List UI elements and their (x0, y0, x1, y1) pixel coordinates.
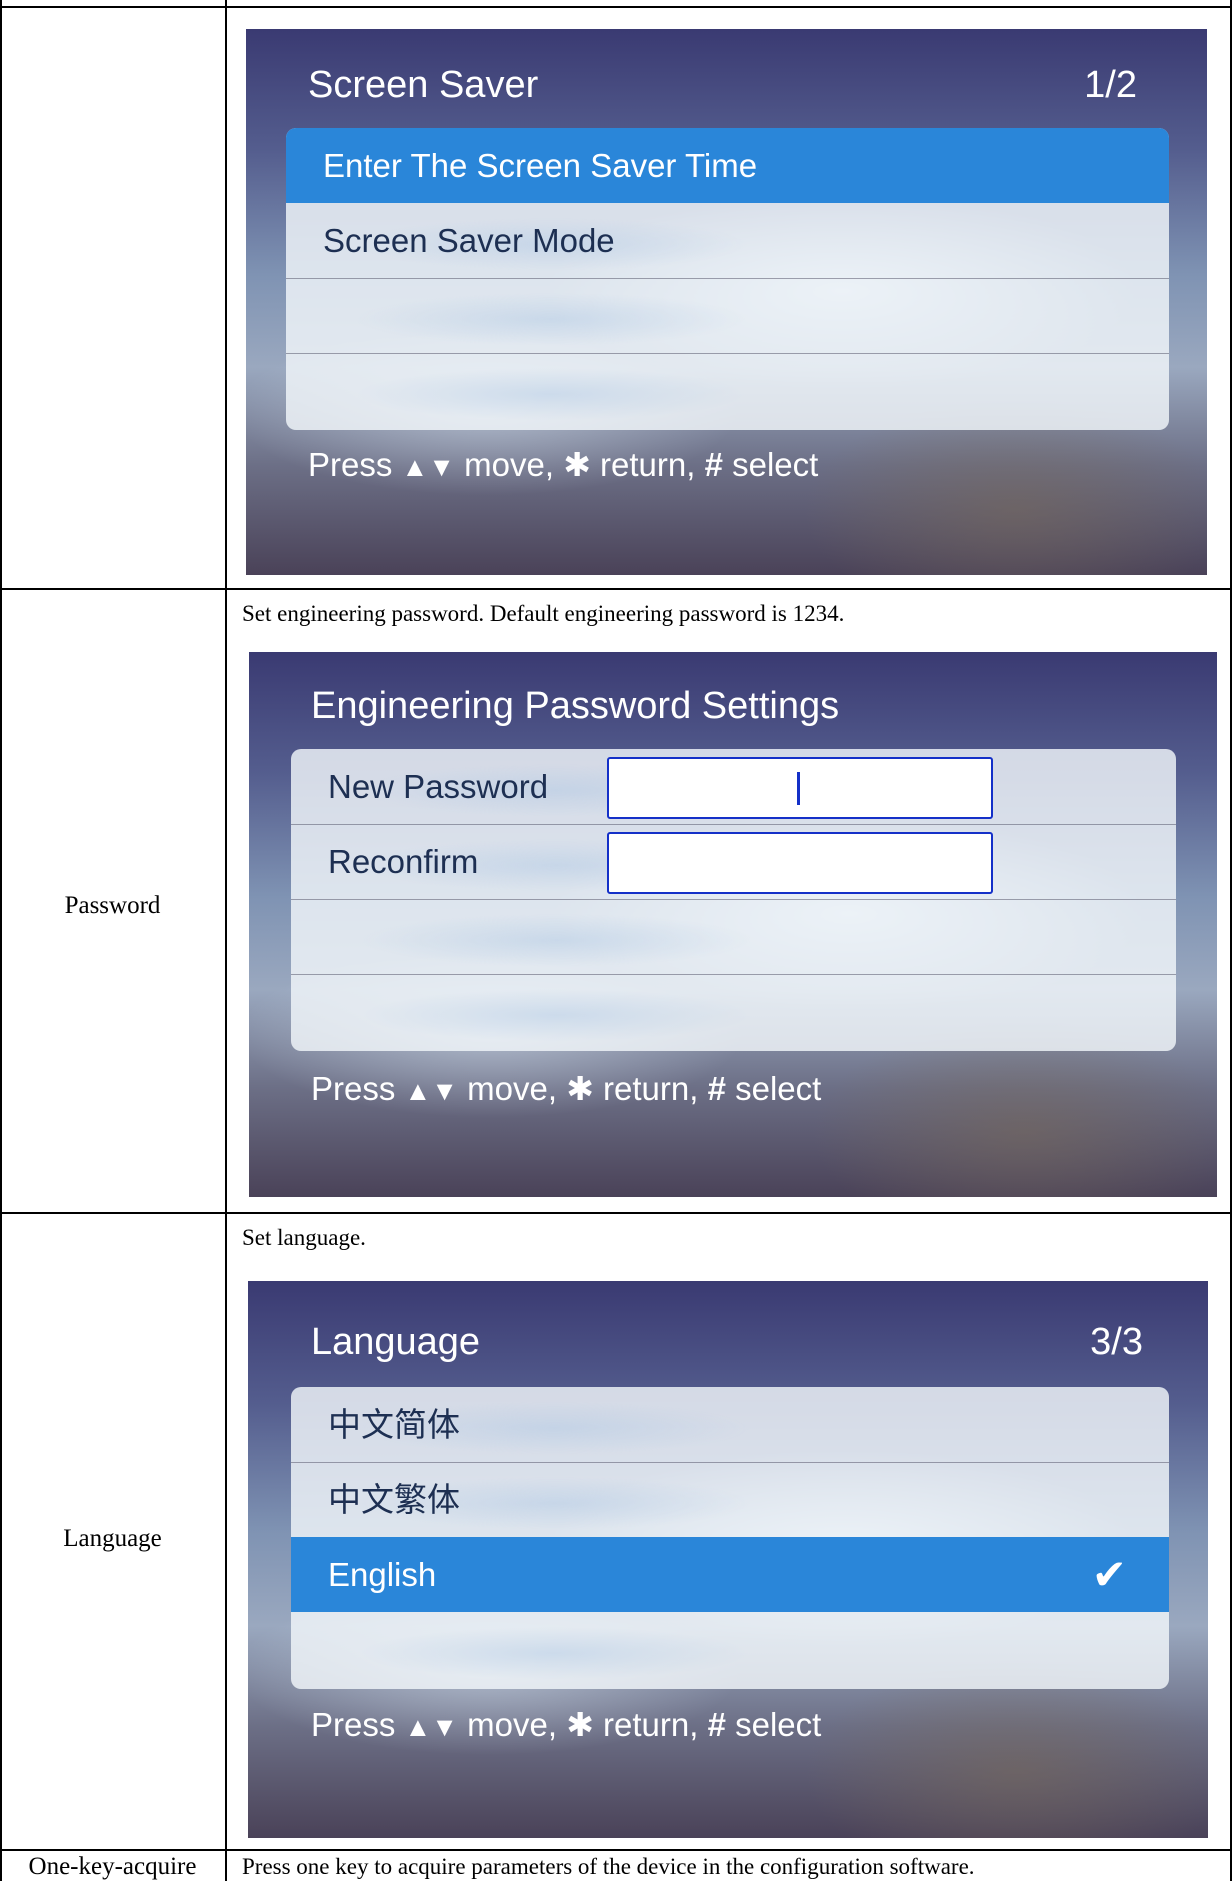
field-label: Reconfirm (328, 843, 479, 880)
row-description: Set engineering password. Default engine… (242, 601, 845, 626)
table-row-screen-saver: Screen Saver 1/2 Enter The Screen Saver … (0, 6, 1232, 590)
hint-return: return, (600, 446, 696, 483)
key-hint-footer: Press ▲▼ move, ✱ return, # select (311, 1069, 821, 1108)
menu-item-label: Enter The Screen Saver Time (323, 147, 758, 184)
menu-item-label: Screen Saver Mode (323, 222, 615, 259)
hint-select: select (735, 1706, 822, 1743)
hint-return: return, (603, 1706, 699, 1743)
asterisk-icon: ✱ (566, 1706, 594, 1743)
text-cursor (797, 772, 800, 805)
language-option-english[interactable]: English ✔ (291, 1537, 1169, 1612)
hint-press: Press (308, 446, 393, 483)
menu-item-empty (291, 974, 1176, 1049)
menu-item-screen-saver-mode[interactable]: Screen Saver Mode (286, 203, 1169, 279)
language-option-label: 中文简体 (328, 1406, 460, 1443)
up-down-arrows-icon: ▲▼ (404, 1076, 458, 1106)
password-panel: New Password Reconfirm (291, 749, 1176, 1051)
field-label: New Password (328, 768, 549, 805)
row-description: Press one key to acquire parameters of t… (242, 1854, 975, 1879)
hash-icon: # (704, 446, 723, 483)
asterisk-icon: ✱ (563, 446, 591, 483)
key-hint-footer: Press ▲▼ move, ✱ return, # select (311, 1705, 821, 1744)
menu-item-empty (291, 899, 1176, 975)
menu-item-empty (286, 353, 1169, 428)
screen-title: Screen Saver (308, 64, 539, 106)
table-row-one-key-acquire: One-key-acquire Press one key to acquire… (0, 1849, 1232, 1883)
manual-table: Screen Saver 1/2 Enter The Screen Saver … (0, 0, 1232, 1881)
password-settings-screenshot: Engineering Password Settings New Passwo… (249, 652, 1217, 1197)
asterisk-icon: ✱ (566, 1070, 594, 1107)
hash-icon: # (707, 1706, 726, 1743)
screen-saver-screenshot: Screen Saver 1/2 Enter The Screen Saver … (246, 29, 1207, 575)
screen-title: Engineering Password Settings (311, 685, 840, 727)
reconfirm-row: Reconfirm (291, 824, 1176, 900)
up-down-arrows-icon: ▲▼ (404, 1712, 458, 1742)
row-label: One-key-acquire (28, 1853, 197, 1880)
up-down-arrows-icon: ▲▼ (401, 452, 455, 482)
key-hint-footer: Press ▲▼ move, ✱ return, # select (308, 445, 818, 484)
menu-item-screen-saver-time[interactable]: Enter The Screen Saver Time (286, 128, 1169, 203)
row-label: Language (63, 1525, 162, 1552)
page-indicator: 3/3 (1090, 1321, 1143, 1363)
page-indicator: 1/2 (1084, 64, 1137, 106)
language-option-label: English (328, 1556, 437, 1593)
language-panel: 中文简体 中文繁体 English ✔ (291, 1387, 1169, 1689)
row-description: Set language. (242, 1225, 366, 1250)
hint-return: return, (603, 1070, 699, 1107)
hint-select: select (735, 1070, 822, 1107)
hint-press: Press (311, 1070, 396, 1107)
language-screenshot: Language 3/3 中文简体 中文繁体 English ✔ Press ▲… (248, 1281, 1208, 1838)
language-option-label: 中文繁体 (328, 1481, 460, 1518)
hint-move: move, (464, 446, 555, 483)
language-option-simplified-chinese[interactable]: 中文简体 (291, 1387, 1169, 1463)
reconfirm-input[interactable] (607, 832, 993, 894)
language-option-traditional-chinese[interactable]: 中文繁体 (291, 1462, 1169, 1538)
row-label: Password (64, 892, 161, 919)
table-row-password: Password Set engineering password. Defau… (0, 588, 1232, 1214)
screen-title: Language (311, 1321, 481, 1363)
hash-icon: # (707, 1070, 726, 1107)
hint-press: Press (311, 1706, 396, 1743)
hint-select: select (732, 446, 819, 483)
table-row-language: Language Set language. Language 3/3 中文简体… (0, 1212, 1232, 1851)
menu-item-empty (291, 1612, 1169, 1687)
checkmark-icon: ✔ (1091, 1551, 1127, 1598)
new-password-row: New Password (291, 749, 1176, 825)
hint-move: move, (467, 1706, 558, 1743)
menu-item-empty (286, 278, 1169, 354)
menu-panel: Enter The Screen Saver Time Screen Saver… (286, 128, 1169, 430)
new-password-input[interactable] (607, 757, 993, 819)
hint-move: move, (467, 1070, 558, 1107)
